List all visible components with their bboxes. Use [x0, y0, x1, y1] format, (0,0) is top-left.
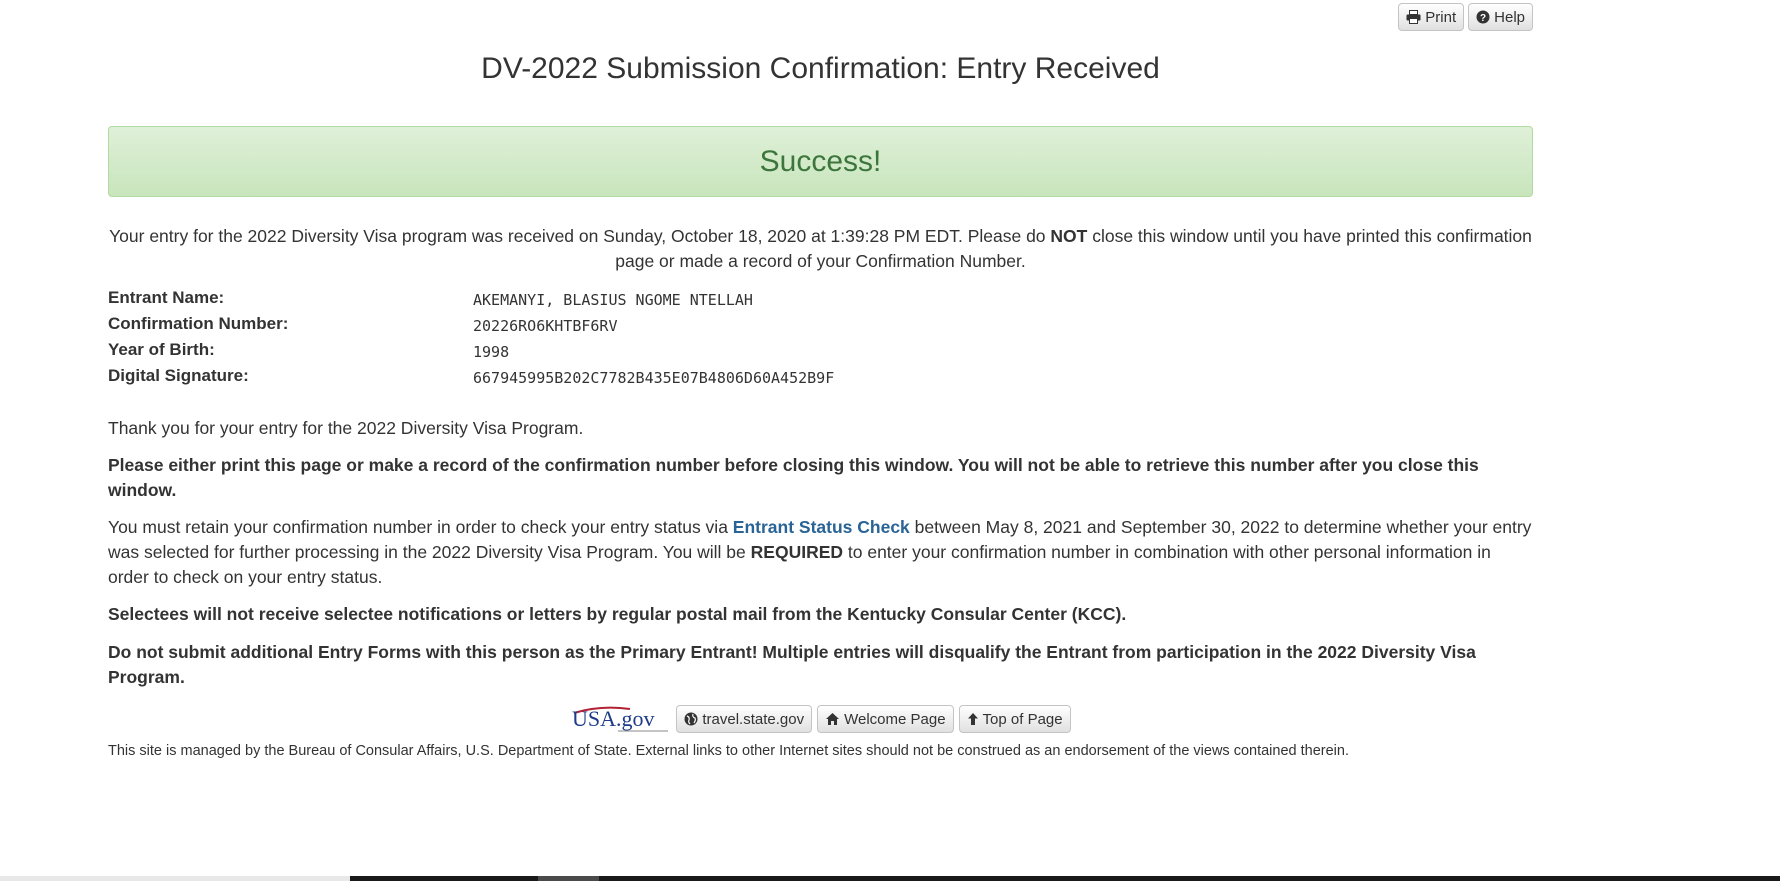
taskbar-segment: [599, 876, 1780, 881]
page-title: DV-2022 Submission Confirmation: Entry R…: [481, 52, 1160, 85]
detail-row-entrant-name: Entrant Name: AKEMANYI, BLASIUS NGOME NT…: [108, 288, 1108, 314]
detail-row-confirmation-number: Confirmation Number: 20226RO6KHTBF6RV: [108, 314, 1108, 340]
taskbar-segment: [350, 876, 538, 881]
arrow-up-icon: [967, 713, 978, 725]
intro-text-1: Your entry for the 2022 Diversity Visa p…: [109, 226, 1051, 246]
taskbar-segment: [538, 876, 599, 881]
footer-disclaimer: This site is managed by the Bureau of Co…: [108, 743, 1349, 759]
print-label: Print: [1425, 8, 1457, 26]
top-toolbar: Print ? Help: [1398, 3, 1533, 31]
selectees-notice: Selectees will not receive selectee noti…: [108, 604, 1127, 624]
globe-icon: [684, 712, 698, 726]
multiple-entries-warning: Do not submit additional Entry Forms wit…: [108, 642, 1476, 687]
svg-text:?: ?: [1480, 13, 1486, 24]
travel-state-gov-button[interactable]: travel.state.gov: [676, 705, 813, 733]
thank-you-text: Thank you for your entry for the 2022 Di…: [108, 418, 584, 438]
print-button[interactable]: Print: [1398, 3, 1465, 31]
print-warning: Please either print this page or make a …: [108, 455, 1479, 500]
detail-row-year-of-birth: Year of Birth: 1998: [108, 340, 1108, 366]
success-alert-text: Success!: [759, 144, 882, 178]
retain-emphasis: REQUIRED: [750, 542, 844, 562]
help-label: Help: [1494, 8, 1525, 26]
entrant-status-check-link[interactable]: Entrant Status Check: [733, 517, 910, 537]
welcome-page-button[interactable]: Welcome Page: [817, 705, 954, 733]
help-button[interactable]: ? Help: [1468, 3, 1533, 31]
confirmation-number-value: 20226RO6KHTBF6RV: [473, 317, 618, 335]
success-alert: Success!: [108, 126, 1533, 197]
home-icon: [826, 713, 840, 725]
usa-gov-logo[interactable]: USA.gov: [570, 703, 670, 735]
year-of-birth-label: Year of Birth:: [108, 340, 215, 359]
confirmation-number-label: Confirmation Number:: [108, 314, 289, 333]
question-circle-icon: ?: [1476, 10, 1490, 24]
travel-state-gov-label: travel.state.gov: [702, 710, 805, 728]
retain-text-1: You must retain your confirmation number…: [108, 517, 733, 537]
year-of-birth-value: 1998: [473, 343, 510, 361]
entry-details: Entrant Name: AKEMANYI, BLASIUS NGOME NT…: [108, 288, 1108, 392]
top-of-page-label: Top of Page: [982, 710, 1063, 728]
printer-icon: [1406, 10, 1421, 24]
welcome-page-label: Welcome Page: [844, 710, 946, 728]
intro-emphasis: NOT: [1050, 226, 1088, 246]
entrant-name-value: AKEMANYI, BLASIUS NGOME NTELLAH: [473, 291, 753, 309]
entrant-name-label: Entrant Name:: [108, 288, 225, 307]
retain-confirmation-text: You must retain your confirmation number…: [108, 515, 1533, 590]
svg-text:USA.gov: USA.gov: [572, 706, 655, 731]
taskbar-strip: [0, 876, 1780, 881]
digital-signature-value: 667945995B202C7782B435E07B4806D60A452B9F: [473, 369, 835, 387]
detail-row-digital-signature: Digital Signature: 667945995B202C7782B43…: [108, 366, 1108, 392]
digital-signature-label: Digital Signature:: [108, 366, 249, 385]
top-of-page-button[interactable]: Top of Page: [958, 705, 1071, 733]
intro-message: Your entry for the 2022 Diversity Visa p…: [108, 224, 1533, 274]
footer-links: USA.gov travel.state.gov Welcome Page To…: [108, 703, 1533, 735]
